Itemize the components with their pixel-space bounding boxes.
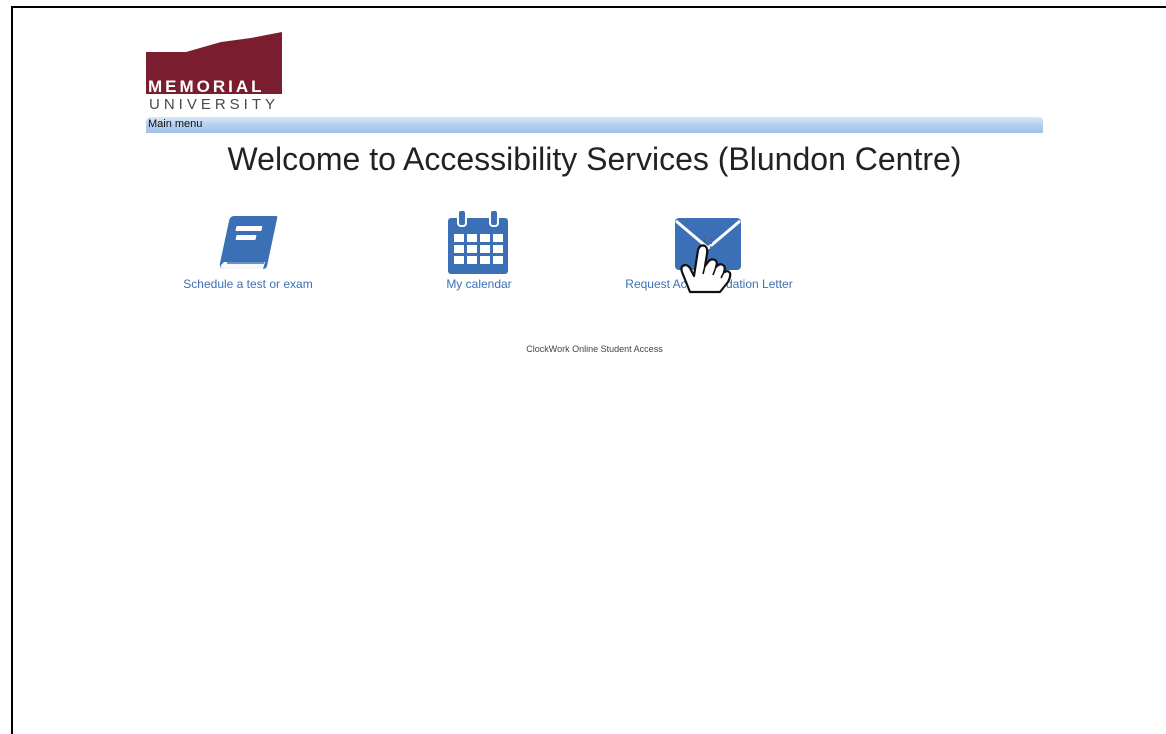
request-letter-tile[interactable]: Request Accommodation Letter [604,218,814,294]
memorial-university-logo[interactable]: MEMORIAL UNIVERSITY [146,32,286,118]
footer-app-name: ClockWork Online Student Access [526,344,663,354]
logo-text-memorial: MEMORIAL [148,77,265,96]
schedule-test-link[interactable]: Schedule a test or exam [163,277,333,291]
my-calendar-tile[interactable]: My calendar [414,209,544,294]
my-calendar-link[interactable]: My calendar [414,277,544,291]
schedule-test-tile[interactable]: Schedule a test or exam [163,214,333,294]
menu-item-main-menu[interactable]: Main menu [148,118,202,130]
logo-text-university: UNIVERSITY [149,96,280,113]
page-title: Welcome to Accessibility Services (Blund… [227,141,962,177]
main-menu-bar: Main menu [146,117,1043,133]
calendar-icon[interactable] [446,209,510,279]
envelope-icon[interactable] [675,218,741,275]
request-letter-link[interactable]: Request Accommodation Letter [604,277,814,291]
book-icon[interactable] [218,214,280,277]
